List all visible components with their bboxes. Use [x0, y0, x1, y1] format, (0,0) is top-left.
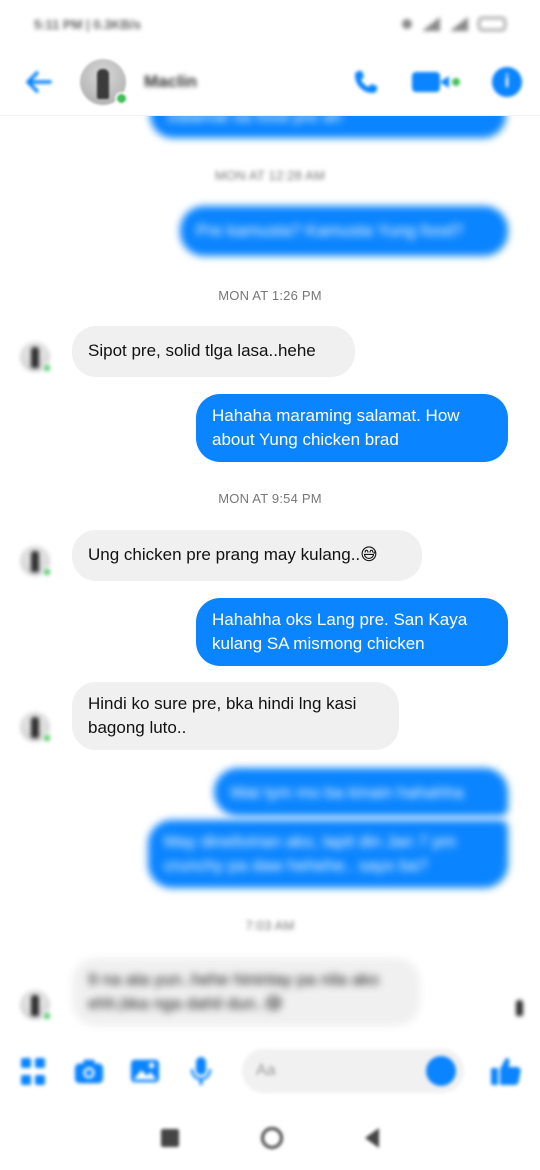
message-input-placeholder: Aa: [256, 1062, 276, 1079]
back-nav-icon[interactable]: [365, 1128, 379, 1148]
message-incoming[interactable]: Ung chicken pre prang may kulang..😅: [72, 530, 422, 581]
message-text: Salamat sa food pre ah: [166, 116, 342, 126]
menu-grid-icon[interactable]: [18, 1056, 48, 1086]
message-outgoing[interactable]: Wat tym mo ba kinain hahahha: [214, 768, 508, 816]
video-call-icon[interactable]: [412, 70, 460, 94]
status-icons: [402, 17, 506, 31]
message-text-line: bagong luto..: [88, 718, 187, 737]
message-text-line: Hahahha oks Lang pre. San Kaya: [212, 610, 468, 629]
sender-avatar[interactable]: [20, 546, 52, 577]
online-indicator: [115, 91, 128, 105]
alarm-icon: [402, 19, 412, 29]
status-bar: 5:11 PM | 0.3KB/s: [0, 0, 540, 48]
sender-avatar[interactable]: [20, 990, 52, 1021]
message-incoming[interactable]: Sipot pre, solid tlga lasa..hehe: [72, 326, 355, 377]
emoji-icon[interactable]: [426, 1056, 456, 1086]
timestamp: MON AT 9:54 PM: [218, 491, 322, 506]
message-incoming[interactable]: Hindi ko sure pre, bka hindi lng kasi ba…: [72, 682, 399, 750]
home-icon[interactable]: [261, 1127, 283, 1149]
sender-avatar[interactable]: [20, 342, 52, 373]
message-outgoing[interactable]: Hahahha oks Lang pre. San Kaya kulang SA…: [196, 598, 508, 666]
message-text: Wat tym mo ba kinain hahahha: [230, 783, 464, 802]
contact-name[interactable]: Maclin: [144, 72, 197, 92]
sender-avatar[interactable]: [20, 712, 52, 743]
timestamp: MON AT 12:28 AM: [214, 168, 326, 183]
message-text: Pre kamusta? Kamusta Yung food?: [196, 221, 464, 240]
timestamp: 7:03 AM: [245, 918, 295, 933]
message-text-line: about Yung chicken brad: [212, 430, 399, 449]
message-composer: Aa: [0, 1036, 540, 1106]
message-text-line: May dinelivirian ako, lapit din Jan 7 pm: [164, 832, 456, 851]
battery-icon: [478, 17, 506, 31]
signal-icon-2: [450, 17, 468, 31]
message-outgoing[interactable]: Salamat sa food pre ah: [150, 116, 506, 138]
gallery-icon[interactable]: [130, 1056, 160, 1086]
message-outgoing[interactable]: Pre kamusta? Kamusta Yung food?: [180, 206, 508, 256]
message-outgoing[interactable]: May dinelivirian ako, lapit din Jan 7 pm…: [148, 820, 508, 888]
back-arrow-icon[interactable]: [18, 62, 58, 102]
message-outgoing[interactable]: Hahaha maraming salamat. How about Yung …: [196, 394, 508, 462]
seen-avatar: [510, 998, 530, 1018]
message-input[interactable]: Aa: [242, 1049, 464, 1093]
recent-apps-icon[interactable]: [161, 1129, 179, 1147]
timestamp: MON AT 1:26 PM: [218, 288, 322, 303]
message-text: Ung chicken pre prang may kulang..😅: [88, 545, 378, 564]
message-text-line: kulang SA mismong chicken: [212, 634, 425, 653]
signal-icon: [422, 17, 440, 31]
camera-icon[interactable]: [74, 1056, 104, 1086]
message-text-line: 9 na ata yun..hehe hinintay pa nila ako: [88, 970, 380, 989]
message-text: Sipot pre, solid tlga lasa..hehe: [88, 341, 316, 360]
message-text-line: Hindi ko sure pre, bka hindi lng kasi: [88, 694, 357, 713]
status-time: 5:11 PM | 0.3KB/s: [34, 16, 141, 32]
message-text-line: ehh,bka nga dahil dun..😅: [88, 994, 283, 1013]
chat-header: Maclin i: [0, 48, 540, 116]
message-text-line: Hahaha maraming salamat. How: [212, 406, 460, 425]
info-icon[interactable]: i: [492, 66, 522, 97]
contact-avatar[interactable]: [80, 58, 128, 105]
message-list[interactable]: Salamat sa food pre ah MON AT 12:28 AM P…: [0, 116, 540, 1036]
message-text-line: crunchy pa daw hehehe.. sayo ba?: [164, 856, 428, 875]
system-nav-bar: [0, 1106, 540, 1170]
like-thumbs-up-icon[interactable]: [490, 1055, 522, 1087]
message-incoming[interactable]: 9 na ata yun..hehe hinintay pa nila ako …: [72, 958, 420, 1026]
phone-call-icon[interactable]: [352, 68, 380, 96]
microphone-icon[interactable]: [186, 1056, 216, 1086]
